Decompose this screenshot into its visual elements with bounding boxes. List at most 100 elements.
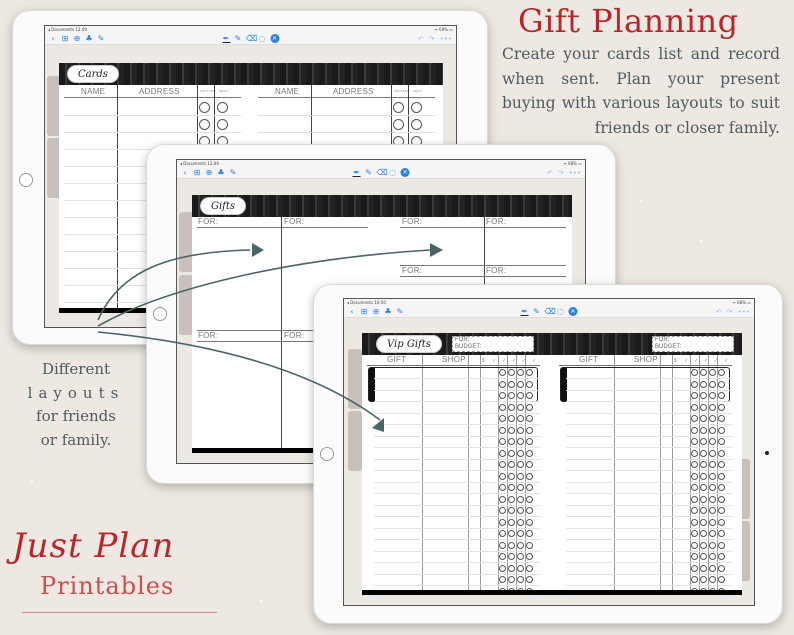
checkbox-circle[interactable] (709, 438, 716, 445)
checkbox-circle[interactable] (526, 564, 533, 572)
checkbox-circle[interactable] (691, 415, 698, 422)
checkbox-circle[interactable] (718, 530, 725, 537)
checkbox-circle[interactable] (700, 426, 707, 434)
share-icon[interactable]: ♣ (85, 34, 93, 43)
checkbox-circle[interactable] (709, 495, 716, 503)
checkbox-circle[interactable] (517, 461, 524, 468)
checkbox-circle[interactable] (508, 403, 515, 411)
checkbox-circle[interactable] (709, 553, 716, 560)
checkbox-circle[interactable] (526, 472, 533, 480)
checkbox-circle[interactable] (499, 507, 506, 514)
checkbox-circle[interactable] (499, 541, 506, 549)
checkbox-circle[interactable] (691, 576, 698, 583)
checkbox-circle[interactable] (499, 415, 506, 422)
checkbox-circle[interactable] (718, 495, 725, 503)
checkbox-circle[interactable] (499, 518, 506, 526)
checkbox-circle[interactable] (700, 507, 707, 514)
checkbox-circle[interactable] (508, 507, 515, 514)
checkbox-circle[interactable] (199, 102, 210, 113)
checkbox-circle[interactable] (691, 472, 698, 480)
checkbox-circle[interactable] (700, 380, 707, 388)
home-button[interactable] (19, 173, 33, 187)
checkbox-circle[interactable] (499, 484, 506, 491)
checkbox-circle[interactable] (499, 472, 506, 480)
checkbox-circle[interactable] (691, 392, 698, 399)
checkbox-circle[interactable] (691, 541, 698, 549)
checkbox-circle[interactable] (718, 553, 725, 560)
home-button[interactable] (320, 447, 334, 461)
checkbox-circle[interactable] (709, 380, 716, 388)
checkbox-circle[interactable] (691, 403, 698, 411)
redo-icon[interactable]: ↷ (727, 308, 733, 316)
checkbox-circle[interactable] (691, 564, 698, 572)
checkbox-circle[interactable] (517, 553, 524, 560)
checkbox-circle[interactable] (508, 415, 515, 422)
checkbox-circle[interactable] (508, 553, 515, 560)
checkbox-circle[interactable] (718, 415, 725, 422)
side-tab[interactable] (179, 212, 193, 272)
checkbox-circle[interactable] (508, 392, 515, 399)
checkbox-circle[interactable] (526, 484, 533, 491)
redo-icon[interactable]: ↷ (429, 35, 435, 43)
checkbox-circle[interactable] (709, 415, 716, 422)
checkbox-circle[interactable] (526, 426, 533, 434)
checkbox-circle[interactable] (499, 495, 506, 503)
redo-icon[interactable]: ↷ (558, 169, 564, 177)
checkbox-circle[interactable] (700, 403, 707, 411)
checkbox-circle[interactable] (709, 507, 716, 514)
checkbox-circle[interactable] (517, 426, 524, 434)
checkbox-circle[interactable] (709, 461, 716, 468)
checkbox-circle[interactable] (709, 530, 716, 537)
pen-icon[interactable]: ✒ (222, 34, 230, 43)
checkbox-circle[interactable] (718, 369, 725, 376)
checkbox-circle[interactable] (526, 461, 533, 468)
checkbox-circle[interactable] (517, 564, 524, 572)
checkbox-circle[interactable] (709, 564, 716, 572)
checkbox-circle[interactable] (700, 438, 707, 445)
edit-icon[interactable]: ✎ (229, 168, 237, 177)
checkbox-circle[interactable] (499, 576, 506, 583)
checkbox-circle[interactable] (499, 369, 506, 376)
checkbox-circle[interactable] (691, 495, 698, 503)
checkbox-circle[interactable] (691, 369, 698, 376)
checkbox-circle[interactable] (700, 564, 707, 572)
checkbox-circle[interactable] (718, 449, 725, 457)
checkbox-circle[interactable] (718, 461, 725, 468)
pencil-icon[interactable]: ✎ (533, 307, 541, 316)
back-icon[interactable]: ‹ (181, 168, 189, 177)
checkbox-circle[interactable] (700, 541, 707, 549)
checkbox-circle[interactable] (700, 553, 707, 560)
share-icon[interactable]: ♣ (384, 307, 392, 316)
checkbox-circle[interactable] (526, 530, 533, 537)
checkbox-circle[interactable] (508, 369, 515, 376)
checkbox-circle[interactable] (718, 484, 725, 491)
checkbox-circle[interactable] (499, 392, 506, 399)
share-icon[interactable]: ♣ (217, 168, 225, 177)
more-icon[interactable]: ••• (440, 35, 452, 43)
checkbox-circle[interactable] (499, 553, 506, 560)
edit-icon[interactable]: ✎ (396, 307, 404, 316)
eraser-icon[interactable]: ⌫ (545, 307, 556, 316)
checkbox-circle[interactable] (508, 576, 515, 583)
checkbox-circle[interactable] (393, 102, 404, 113)
edit-icon[interactable]: ✎ (97, 34, 105, 43)
checkbox-circle[interactable] (508, 495, 515, 503)
checkbox-circle[interactable] (526, 438, 533, 445)
checkbox-circle[interactable] (526, 576, 533, 583)
checkbox-circle[interactable] (526, 449, 533, 457)
close-icon[interactable]: ✕ (568, 307, 578, 316)
checkbox-circle[interactable] (508, 438, 515, 445)
checkbox-circle[interactable] (517, 472, 524, 480)
grid-icon[interactable]: ⊞ (360, 307, 368, 316)
checkbox-circle[interactable] (526, 403, 533, 411)
checkbox-circle[interactable] (691, 449, 698, 457)
checkbox-circle[interactable] (517, 530, 524, 537)
checkbox-circle[interactable] (508, 426, 515, 434)
checkbox-circle[interactable] (393, 119, 404, 130)
checkbox-circle[interactable] (517, 438, 524, 445)
lasso-icon[interactable]: ◌ (389, 168, 397, 177)
pen-icon[interactable]: ✒ (520, 307, 529, 316)
checkbox-circle[interactable] (691, 553, 698, 560)
side-tab[interactable] (348, 411, 362, 471)
back-icon[interactable]: ‹ (348, 307, 356, 316)
